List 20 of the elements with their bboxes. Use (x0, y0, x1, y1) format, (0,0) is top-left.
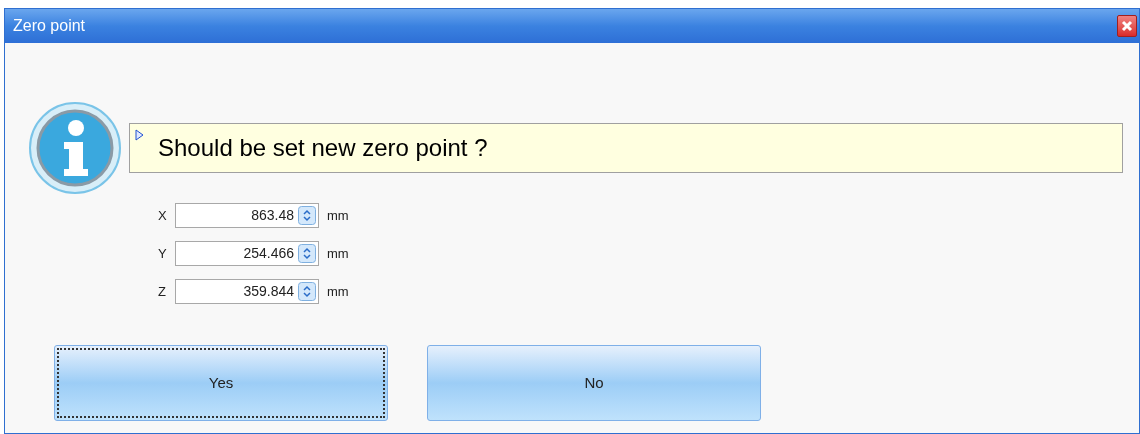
spinner-icon[interactable] (298, 206, 316, 225)
dialog-button[interactable]: Yes (54, 345, 388, 421)
close-icon (1121, 20, 1133, 32)
window-title: Zero point (13, 16, 86, 36)
unit-label: mm (327, 206, 349, 225)
spinner-icon[interactable] (298, 244, 316, 263)
close-button[interactable] (1117, 15, 1137, 37)
number-field[interactable]: 863.48 (175, 203, 319, 228)
unit-label: mm (327, 282, 349, 301)
spinner-icon[interactable] (298, 282, 316, 301)
field-label: Z (158, 282, 167, 301)
triangle-icon (135, 129, 144, 141)
message-text: Should be set new zero point ? (158, 133, 488, 163)
dialog-button[interactable]: No (427, 345, 761, 421)
field-label: Y (158, 244, 168, 263)
number-field[interactable]: 254.466 (175, 241, 319, 266)
unit-label: mm (327, 244, 349, 263)
field-label: X (158, 206, 168, 225)
number-field[interactable]: 359.844 (175, 279, 319, 304)
info-icon (28, 101, 122, 195)
